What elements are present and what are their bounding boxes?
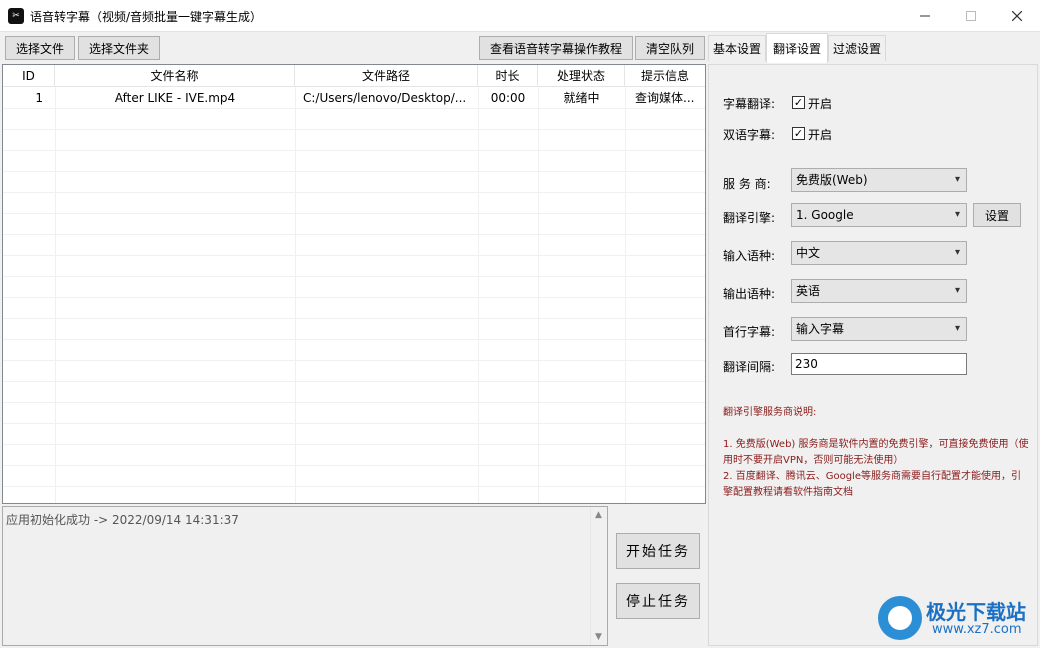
bilingual-label: 双语字幕:: [723, 128, 776, 142]
notes-line-1: 1. 免费版(Web) 服务商是软件内置的免费引擎，可直接免费使用（使用时不要开…: [723, 439, 1029, 466]
output-lang-label: 输出语种:: [723, 287, 776, 301]
output-lang-select[interactable]: 英语 ▾: [791, 279, 967, 303]
start-task-button[interactable]: 开始任务: [616, 533, 700, 569]
chevron-down-icon: ▾: [954, 323, 960, 334]
first-line-select[interactable]: 输入字幕 ▾: [791, 317, 967, 341]
maximize-button[interactable]: [948, 0, 994, 31]
app-icon: ✂: [8, 8, 24, 24]
log-scrollbar[interactable]: ▲ ▼: [590, 507, 607, 645]
title-bar: ✂ 语音转字幕（视频/音频批量一键字幕生成）: [0, 0, 1040, 32]
scroll-up-icon[interactable]: ▲: [595, 510, 602, 520]
watermark: 极光下载站 www.xz7.com: [878, 594, 1038, 646]
engine-settings-button[interactable]: 设置: [973, 203, 1021, 227]
select-folder-button[interactable]: 选择文件夹: [78, 36, 160, 60]
bilingual-checkbox[interactable]: ✓: [792, 127, 805, 140]
interval-input[interactable]: 230: [791, 353, 967, 375]
first-line-label: 首行字幕:: [723, 325, 776, 339]
minimize-icon: [920, 15, 930, 16]
tab-basic-settings[interactable]: 基本设置: [708, 35, 766, 61]
table-row[interactable]: 1 After LIKE - IVE.mp4 C:/Users/lenovo/D…: [3, 88, 705, 109]
cell-id: 1: [35, 91, 43, 105]
tab-translate-settings[interactable]: 翻译设置: [766, 33, 828, 63]
log-output[interactable]: 应用初始化成功 -> 2022/09/14 14:31:37 ▲ ▼: [2, 506, 608, 646]
watermark-logo-icon: [878, 596, 922, 640]
clear-queue-button[interactable]: 清空队列: [635, 36, 705, 60]
output-lang-value: 英语: [796, 284, 821, 298]
engine-value: 1. Google: [796, 208, 854, 222]
chevron-down-icon: ▾: [954, 174, 960, 185]
watermark-name: 极光下载站: [926, 600, 1026, 624]
input-lang-value: 中文: [796, 246, 821, 260]
provider-label: 服 务 商:: [723, 177, 771, 191]
col-info[interactable]: 提示信息: [625, 65, 705, 87]
notes-title: 翻译引擎服务商说明:: [723, 407, 817, 418]
watermark-url: www.xz7.com: [932, 622, 1022, 637]
first-line-value: 输入字幕: [796, 322, 845, 336]
cell-info: 查询媒体...: [635, 91, 695, 105]
table-header: ID 文件名称 文件路径 时长 处理状态 提示信息: [3, 65, 705, 87]
log-text: 应用初始化成功 -> 2022/09/14 14:31:37: [6, 513, 239, 527]
col-path[interactable]: 文件路径: [295, 65, 478, 87]
tutorial-button[interactable]: 查看语音转字幕操作教程: [479, 36, 633, 60]
chevron-down-icon: ▾: [954, 247, 960, 258]
scroll-down-icon[interactable]: ▼: [595, 632, 602, 642]
subtitle-translate-value[interactable]: 开启: [808, 95, 832, 112]
translate-settings-panel: 字幕翻译: ✓ 开启 双语字幕: ✓ 开启 服 务 商: 免费版(Web) ▾ …: [708, 64, 1038, 646]
subtitle-translate-label: 字幕翻译:: [723, 97, 776, 111]
provider-value: 免费版(Web): [796, 173, 868, 187]
col-duration[interactable]: 时长: [478, 65, 538, 87]
cell-duration: 00:00: [490, 91, 526, 105]
input-lang-label: 输入语种:: [723, 249, 776, 263]
tab-filter-settings[interactable]: 过滤设置: [828, 35, 886, 61]
close-icon: [1012, 10, 1022, 21]
chevron-down-icon: ▾: [954, 209, 960, 220]
interval-label: 翻译间隔:: [723, 360, 776, 374]
col-name[interactable]: 文件名称: [55, 65, 295, 87]
subtitle-translate-checkbox[interactable]: ✓: [792, 96, 805, 109]
col-status[interactable]: 处理状态: [538, 65, 625, 87]
chevron-down-icon: ▾: [954, 285, 960, 296]
minimize-button[interactable]: [902, 0, 948, 31]
stop-task-button[interactable]: 停止任务: [616, 583, 700, 619]
engine-label: 翻译引擎:: [723, 211, 776, 225]
col-id[interactable]: ID: [3, 65, 55, 87]
maximize-icon: [966, 10, 976, 21]
close-button[interactable]: [994, 0, 1040, 31]
cell-path: C:/Users/lenovo/Desktop/...: [303, 91, 467, 105]
bilingual-value[interactable]: 开启: [808, 126, 832, 143]
input-lang-select[interactable]: 中文 ▾: [791, 241, 967, 265]
notes-line-2: 2. 百度翻译、腾讯云、Google等服务商需要自行配置才能使用，引擎配置教程请…: [723, 471, 1021, 498]
cell-status: 就绪中: [563, 91, 600, 105]
select-file-button[interactable]: 选择文件: [5, 36, 75, 60]
engine-select[interactable]: 1. Google ▾: [791, 203, 967, 227]
window-title: 语音转字幕（视频/音频批量一键字幕生成）: [30, 10, 263, 24]
provider-select[interactable]: 免费版(Web) ▾: [791, 168, 967, 192]
file-table[interactable]: ID 文件名称 文件路径 时长 处理状态 提示信息 1 After LIKE -…: [2, 64, 706, 504]
cell-name: After LIKE - IVE.mp4: [114, 91, 236, 105]
